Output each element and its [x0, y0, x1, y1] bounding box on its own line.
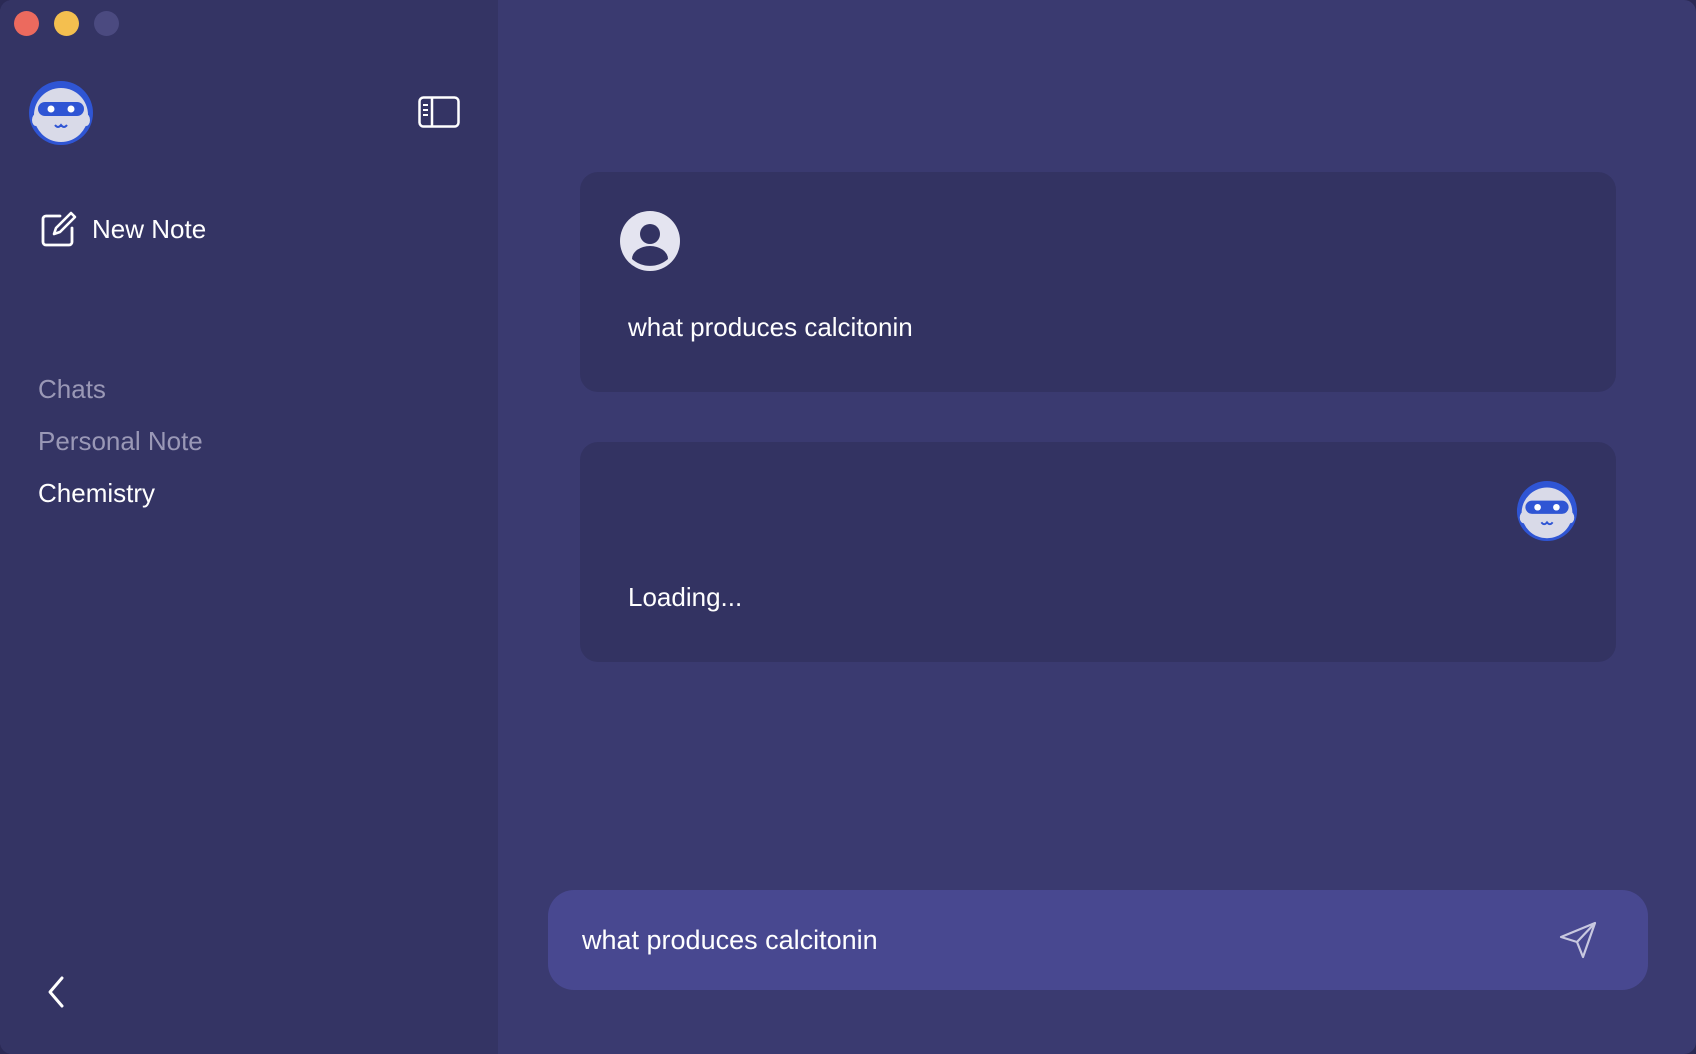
window-minimize-button[interactable]: [54, 11, 79, 36]
sidebar-item-personal-note[interactable]: Personal Note: [38, 426, 203, 457]
assistant-message-card: Loading...: [580, 442, 1616, 662]
user-message-card: what produces calcitonin: [580, 172, 1616, 392]
window-maximize-button[interactable]: [94, 11, 119, 36]
assistant-message-text: Loading...: [628, 582, 743, 612]
sidebar-toggle-icon[interactable]: [418, 96, 460, 128]
window-close-button[interactable]: [14, 11, 39, 36]
send-icon[interactable]: [1558, 920, 1598, 960]
chevron-left-icon[interactable]: [40, 972, 72, 1012]
user-icon: [620, 211, 680, 271]
robot-avatar-icon: [1516, 480, 1578, 542]
user-message-text: what produces calcitonin: [628, 312, 913, 342]
new-note-button[interactable]: New Note: [40, 210, 206, 248]
composer: [548, 890, 1648, 990]
sidebar-item-chemistry[interactable]: Chemistry: [38, 478, 155, 509]
compose-icon: [41, 211, 77, 247]
sidebar: New Note Chats Personal Note Chemistry: [0, 0, 498, 1054]
sidebar-item-chats[interactable]: Chats: [38, 374, 106, 405]
robot-avatar-icon: [29, 81, 93, 145]
app-window: New Note Chats Personal Note Chemistry w…: [0, 0, 1696, 1054]
message-input[interactable]: [580, 916, 1524, 964]
new-note-label: New Note: [92, 213, 207, 244]
